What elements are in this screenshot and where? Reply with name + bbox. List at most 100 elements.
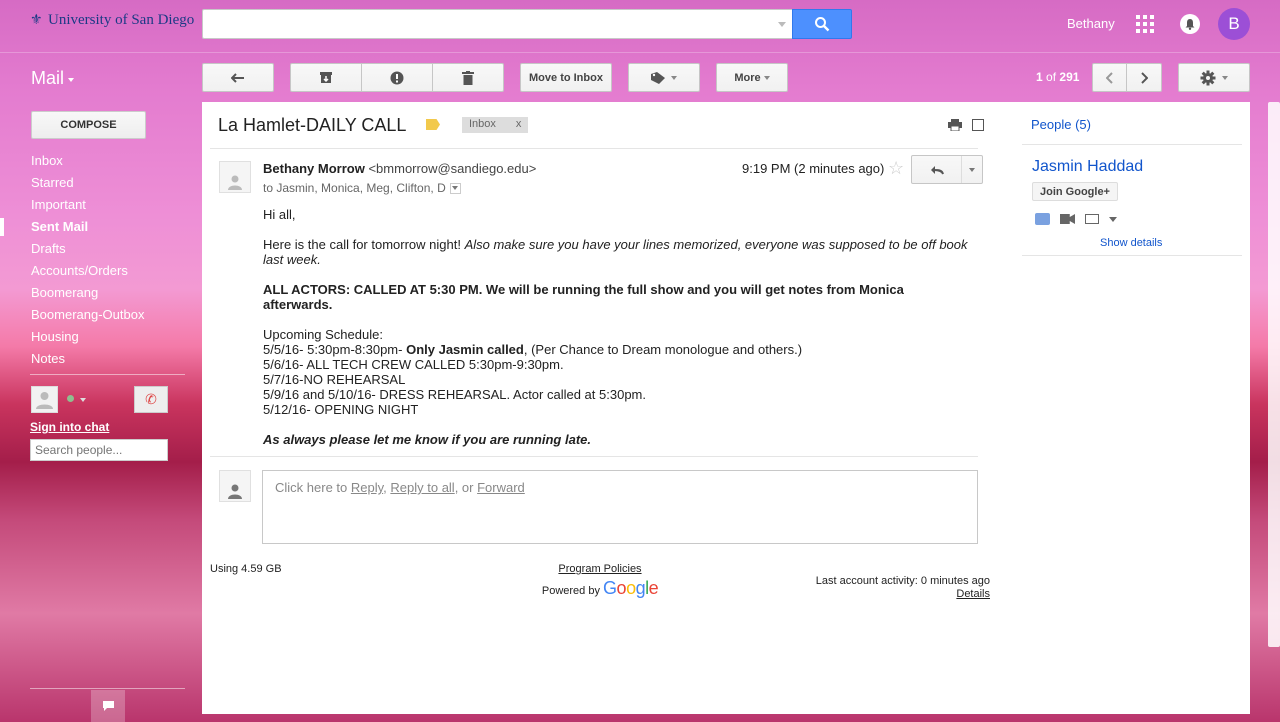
mail-icon[interactable] — [1085, 214, 1099, 224]
sender-email: <bmmorrow@sandiego.edu> — [368, 161, 537, 176]
email-body: Hi all, Here is the call for tomorrow ni… — [263, 207, 973, 462]
sidebar-item-accounts-orders[interactable]: Accounts/Orders — [0, 260, 200, 282]
sidebar-item-starred[interactable]: Starred — [0, 172, 200, 194]
chevron-down-icon[interactable] — [1109, 216, 1117, 222]
gear-icon — [1200, 70, 1216, 85]
inbox-label-chip[interactable]: Inbox x — [462, 117, 529, 133]
mail-switcher[interactable]: Mail — [31, 68, 75, 89]
schedule-item: 5/5/16- 5:30pm-8:30pm- Only Jasmin calle… — [263, 342, 973, 357]
newer-button[interactable] — [1092, 63, 1127, 92]
account-avatar[interactable]: B — [1218, 8, 1250, 40]
archive-icon — [320, 72, 332, 83]
chat-status-icon[interactable] — [67, 395, 74, 402]
header-divider — [0, 52, 1280, 53]
notifications-bell-icon[interactable] — [1180, 14, 1200, 34]
university-logo[interactable]: ⚜ University of San Diego — [30, 12, 194, 29]
search-options-icon[interactable] — [778, 22, 786, 27]
reply-avatar — [219, 470, 251, 502]
actors-call: ALL ACTORS: CALLED AT 5:30 PM. We will b… — [263, 282, 973, 312]
older-button[interactable] — [1126, 63, 1162, 92]
user-name[interactable]: Bethany — [1067, 16, 1115, 31]
show-details-link[interactable]: Show details — [1100, 237, 1162, 249]
people-header[interactable]: People (5) — [1031, 117, 1091, 132]
sender-name: Bethany Morrow — [263, 161, 365, 176]
show-details-icon[interactable] — [449, 182, 461, 194]
schedule: Upcoming Schedule: 5/5/16- 5:30pm-8:30pm… — [263, 327, 973, 417]
header-divider — [210, 148, 978, 149]
spam-icon — [390, 71, 404, 84]
sidebar-item-inbox[interactable]: Inbox — [0, 150, 200, 172]
search-people-input[interactable] — [30, 439, 168, 461]
chevron-down-icon[interactable] — [80, 398, 86, 402]
mail-label: Mail — [31, 68, 65, 88]
sender[interactable]: Bethany Morrow <bmmorrow@sandiego.edu> — [263, 161, 536, 176]
report-spam-button[interactable] — [361, 63, 433, 92]
closing-text: As always please let me know if you are … — [263, 432, 591, 447]
sidebar-item-notes[interactable]: Notes — [0, 348, 200, 370]
sidebar-item-housing[interactable]: Housing — [0, 326, 200, 348]
video-call-icon[interactable] — [1060, 214, 1075, 224]
email-time: 9:19 PM (2 minutes ago) — [742, 161, 885, 176]
powered-by: Powered by — [541, 585, 604, 597]
reply-box[interactable]: Click here to Reply, Reply to all, or Fo… — [262, 470, 978, 544]
program-policies-link[interactable]: Program Policies — [532, 563, 668, 575]
search-input[interactable] — [202, 9, 792, 39]
reply-all-link[interactable]: Reply to all — [390, 480, 454, 495]
delete-button[interactable] — [432, 63, 504, 92]
sender-avatar — [219, 161, 251, 193]
details-link[interactable]: Details — [762, 588, 990, 601]
compose-button[interactable]: COMPOSE — [31, 111, 146, 139]
archive-button[interactable] — [290, 63, 362, 92]
reply-sep: , or — [454, 480, 478, 495]
sidebar-item-sent-mail[interactable]: Sent Mail — [0, 216, 200, 238]
chat-avatar[interactable] — [31, 386, 58, 413]
chevron-right-icon — [1141, 71, 1148, 84]
actors-call-text: ALL ACTORS: CALLED AT 5:30 PM. We will b… — [263, 282, 904, 312]
search-button[interactable] — [792, 9, 852, 39]
important-marker-icon[interactable] — [426, 119, 440, 130]
chat-bubble-icon — [102, 701, 114, 711]
sidebar-item-drafts[interactable]: Drafts — [0, 238, 200, 260]
storage-usage: Using 4.59 GB — [210, 563, 282, 575]
chat-icon[interactable] — [1035, 213, 1050, 225]
print-icon[interactable] — [948, 119, 962, 131]
back-button[interactable] — [202, 63, 274, 92]
move-to-inbox-button[interactable]: Move to Inbox — [520, 63, 612, 92]
more-button[interactable]: More — [716, 63, 788, 92]
back-arrow-icon — [231, 72, 244, 83]
greeting: Hi all, — [263, 207, 296, 222]
more-actions-dropdown[interactable] — [962, 156, 982, 183]
contact-name[interactable]: Jasmin Haddad — [1032, 158, 1143, 176]
scrollbar[interactable] — [1268, 102, 1280, 647]
sidebar-item-boomerang[interactable]: Boomerang — [0, 282, 200, 304]
reply-button[interactable] — [912, 156, 962, 183]
new-window-icon[interactable] — [972, 119, 984, 131]
sign-into-chat-link[interactable]: Sign into chat — [30, 420, 109, 434]
schedule-item: 5/7/16-NO REHEARSAL — [263, 372, 406, 387]
closing: As always please let me know if you are … — [263, 432, 973, 447]
labels-button[interactable] — [628, 63, 700, 92]
reply-icon — [930, 165, 944, 174]
join-google-plus-button[interactable]: Join Google+ — [1032, 182, 1118, 201]
sidebar-item-boomerang-outbox[interactable]: Boomerang-Outbox — [0, 304, 200, 326]
sidebar-item-important[interactable]: Important — [0, 194, 200, 216]
reply-link[interactable]: Reply — [351, 480, 383, 495]
star-icon[interactable]: ☆ — [888, 158, 904, 179]
apps-grid-icon[interactable] — [1136, 15, 1154, 33]
search-icon — [815, 17, 830, 32]
top-bar: ⚜ University of San Diego Bethany B — [0, 0, 1280, 52]
phone-icon: ✆ — [145, 391, 157, 407]
schedule-title: Upcoming Schedule: — [263, 327, 383, 342]
forward-link[interactable]: Forward — [477, 480, 525, 495]
remove-label-button[interactable]: x — [516, 118, 522, 132]
crest-icon: ⚜ — [30, 12, 43, 28]
schedule-1-bold: Only Jasmin called — [406, 342, 524, 357]
phone-call-button[interactable]: ✆ — [134, 386, 168, 413]
schedule-1-note: , (Per Chance to Dream monologue and oth… — [523, 342, 803, 357]
person-icon — [228, 175, 242, 190]
account-activity: Last account activity: 0 minutes ago Det… — [762, 575, 990, 601]
hangouts-button[interactable] — [91, 690, 125, 722]
intro-plain: Here is the call for tomorrow night! — [263, 237, 465, 252]
settings-button[interactable] — [1178, 63, 1250, 92]
intro: Here is the call for tomorrow night! Als… — [263, 237, 973, 267]
